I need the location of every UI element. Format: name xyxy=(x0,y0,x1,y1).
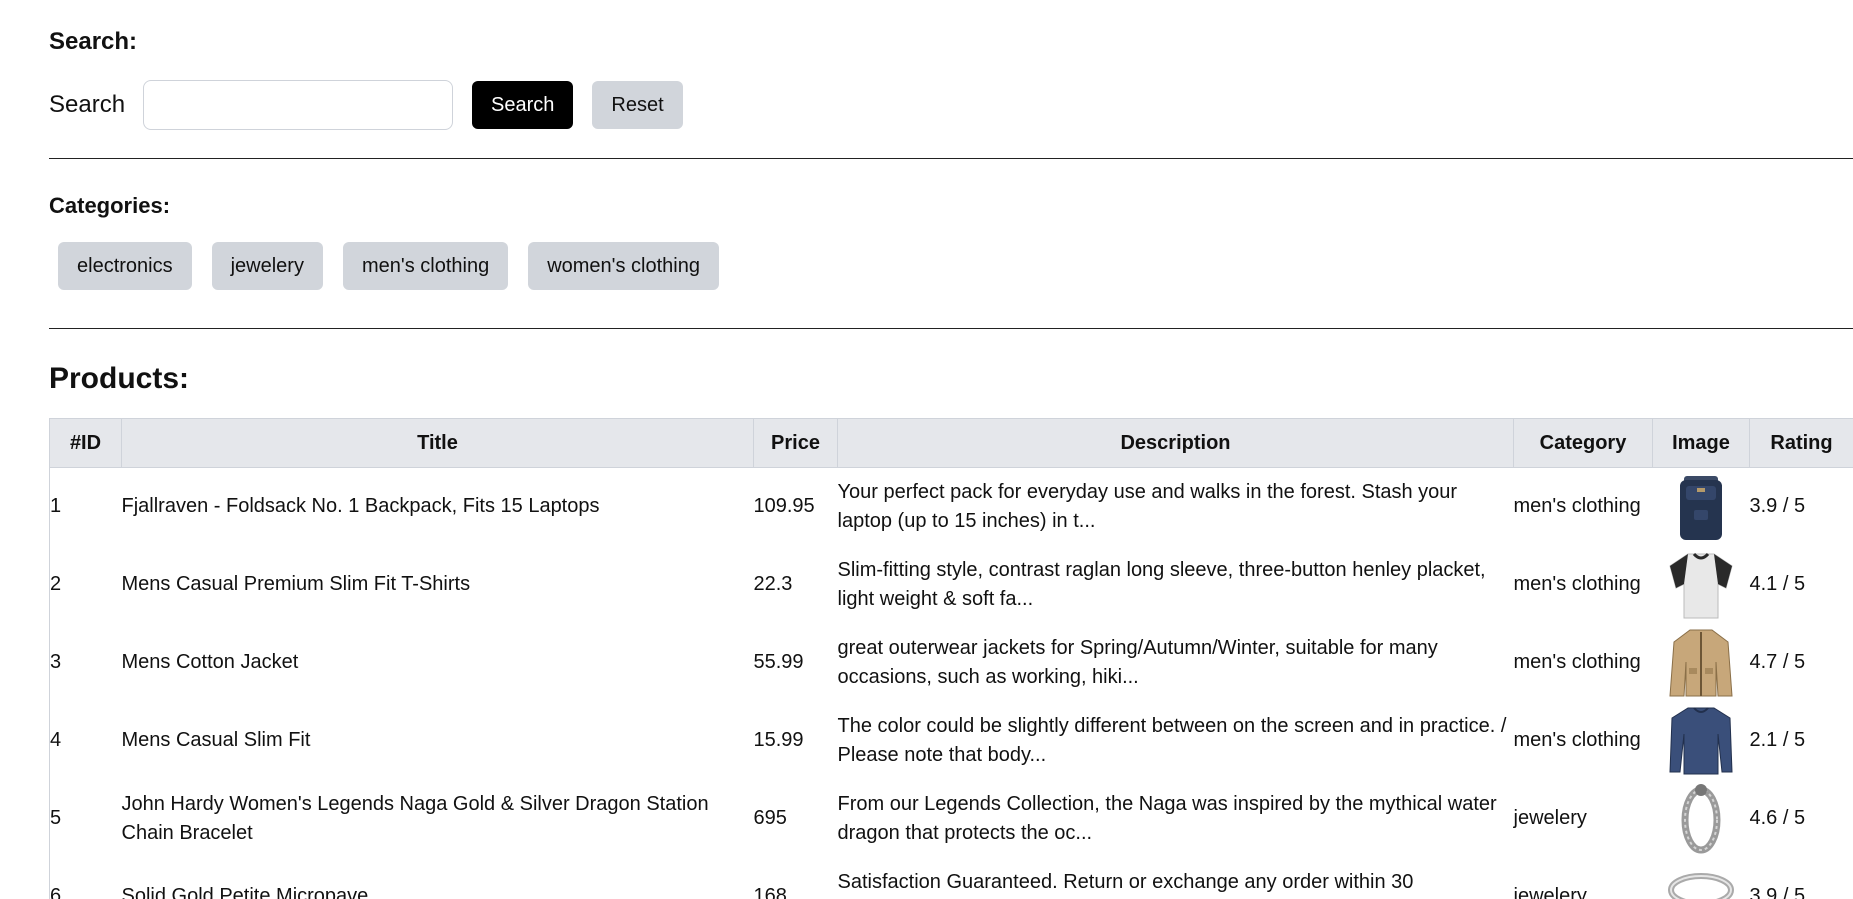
cell-id: 5 xyxy=(49,779,122,858)
cell-id: 2 xyxy=(49,545,122,624)
column-header-title[interactable]: Title xyxy=(121,418,754,468)
cell-category: men's clothing xyxy=(1513,495,1641,518)
bracelet-icon xyxy=(1681,783,1721,853)
divider xyxy=(49,158,1853,159)
category-list: electronics jewelery men's clothing wome… xyxy=(58,242,719,290)
cell-rating: 2.1 / 5 xyxy=(1749,729,1806,751)
table-row[interactable]: 6 Solid Gold Petite Micropave 168 Satisf… xyxy=(49,857,1853,899)
cell-id: 6 xyxy=(49,857,122,899)
search-label: Search xyxy=(49,91,126,118)
column-header-description[interactable]: Description xyxy=(837,418,1514,468)
cell-description: Satisfaction Guaranteed. Return or excha… xyxy=(837,870,1414,893)
column-header-id[interactable]: #ID xyxy=(49,418,122,468)
cell-category: jewelery xyxy=(1513,885,1587,899)
category-jewelery[interactable]: jewelery xyxy=(211,242,323,290)
cell-price: 22.3 xyxy=(753,573,793,595)
table-row[interactable]: 2 Mens Casual Premium Slim Fit T-Shirts … xyxy=(49,545,1853,624)
cell-title: John Hardy Women's Legends Naga Gold & S… xyxy=(121,792,709,844)
category-womens-clothing[interactable]: women's clothing xyxy=(528,242,719,290)
cell-image xyxy=(1653,546,1750,624)
cell-price: 55.99 xyxy=(753,651,804,673)
category-mens-clothing[interactable]: men's clothing xyxy=(342,242,509,290)
cell-title: Mens Cotton Jacket xyxy=(121,651,299,673)
cell-title: Mens Casual Premium Slim Fit T-Shirts xyxy=(121,573,471,595)
cell-image xyxy=(1653,702,1750,780)
cell-title: Solid Gold Petite Micropave xyxy=(121,885,369,899)
divider xyxy=(49,328,1853,329)
cell-rating: 4.1 / 5 xyxy=(1749,573,1806,595)
cell-price: 695 xyxy=(753,807,787,829)
cell-category: men's clothing xyxy=(1513,573,1641,595)
cell-id: 3 xyxy=(49,623,122,702)
table-row[interactable]: 5 John Hardy Women's Legends Naga Gold &… xyxy=(49,779,1853,858)
cell-image xyxy=(1653,780,1750,858)
search-button[interactable]: Search xyxy=(472,81,574,129)
table-row[interactable]: 3 Mens Cotton Jacket 55.99 great outerwe… xyxy=(49,623,1853,702)
cell-rating: 3.9 / 5 xyxy=(1749,495,1806,518)
cell-category: men's clothing xyxy=(1513,729,1641,751)
products-heading: Products: xyxy=(49,362,190,395)
cell-price: 168 xyxy=(753,885,787,899)
column-header-rating[interactable]: Rating xyxy=(1749,418,1853,468)
cell-category: men's clothing xyxy=(1513,651,1641,673)
table-row[interactable]: 4 Mens Casual Slim Fit 15.99 The color c… xyxy=(49,701,1853,780)
cell-description: great outerwear jackets for Spring/Autum… xyxy=(837,636,1438,688)
categories-heading: Categories: xyxy=(49,193,171,218)
products-table-container: #ID Title Price Description Category Ima… xyxy=(49,418,1853,899)
cell-image xyxy=(1653,858,1750,899)
cell-id: 1 xyxy=(49,467,122,546)
table-row[interactable]: 1 Fjallraven - Foldsack No. 1 Backpack, … xyxy=(49,467,1853,546)
cell-price: 109.95 xyxy=(753,495,815,518)
cell-rating: 4.6 / 5 xyxy=(1749,807,1806,829)
category-electronics[interactable]: electronics xyxy=(58,242,192,290)
column-header-category[interactable]: Category xyxy=(1513,418,1653,468)
jacket-icon xyxy=(1669,629,1733,696)
reset-button[interactable]: Reset xyxy=(592,81,683,129)
cell-description: Your perfect pack for everyday use and w… xyxy=(837,480,1458,532)
search-heading: Search: xyxy=(49,28,138,55)
backpack-icon xyxy=(1680,475,1722,540)
products-table: #ID Title Price Description Category Ima… xyxy=(49,418,1853,899)
cell-rating: 4.7 / 5 xyxy=(1749,651,1806,673)
longsleeve-icon xyxy=(1669,706,1733,774)
ring-icon xyxy=(1668,872,1734,899)
cell-category: jewelery xyxy=(1513,807,1587,829)
cell-description: The color could be slightly different be… xyxy=(837,714,1507,766)
cell-image xyxy=(1653,468,1750,546)
cell-description: From our Legends Collection, the Naga wa… xyxy=(837,792,1497,844)
table-header-row: #ID Title Price Description Category Ima… xyxy=(49,418,1853,468)
cell-price: 15.99 xyxy=(753,729,804,751)
page: Search: Search Search Reset Categories: … xyxy=(0,0,1853,899)
column-header-image[interactable]: Image xyxy=(1652,418,1750,468)
cell-title: Fjallraven - Foldsack No. 1 Backpack, Fi… xyxy=(121,495,600,518)
cell-rating: 3.9 / 5 xyxy=(1749,885,1806,899)
search-row: Search Search Reset xyxy=(49,80,683,130)
cell-id: 4 xyxy=(49,701,122,780)
search-input[interactable] xyxy=(143,80,454,130)
tshirt-icon xyxy=(1669,552,1733,618)
cell-description: Slim-fitting style, contrast raglan long… xyxy=(837,558,1486,610)
column-header-price[interactable]: Price xyxy=(753,418,838,468)
cell-image xyxy=(1653,624,1750,702)
cell-title: Mens Casual Slim Fit xyxy=(121,729,311,751)
